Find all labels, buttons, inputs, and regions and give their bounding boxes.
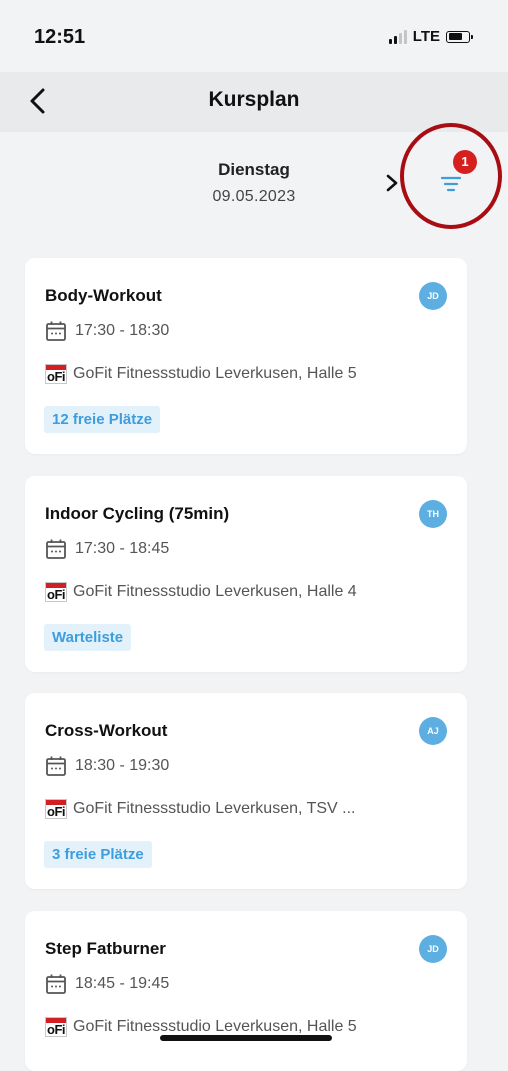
course-time: 17:30 - 18:45: [75, 540, 170, 557]
highlight-circle: [400, 123, 502, 229]
nav-bar: Kursplan: [0, 72, 508, 132]
course-location: GoFit Fitnessstudio Leverkusen, Halle 5: [73, 365, 357, 382]
calendar-icon: [46, 321, 66, 341]
status-indicators: LTE: [388, 28, 473, 45]
course-title: Step Fatburner: [45, 939, 166, 958]
gofit-logo: oFi: [45, 582, 67, 602]
gofit-logo: oFi: [45, 799, 67, 819]
trainer-avatar: AJ: [419, 717, 447, 745]
calendar-icon: [46, 974, 66, 994]
course-time-row: 18:30 - 19:30: [45, 755, 169, 777]
course-time: 18:45 - 19:45: [75, 975, 170, 992]
battery-icon: [446, 30, 473, 43]
status-time: 12:51: [34, 26, 86, 48]
course-location-row: oFi GoFit Fitnessstudio Leverkusen, Hall…: [45, 1017, 357, 1037]
gofit-logo: oFi: [45, 364, 67, 384]
course-card[interactable]: Cross-Workout AJ 18:30 - 19:30 oFi GoFit…: [25, 693, 467, 889]
course-title: Cross-Workout: [45, 721, 168, 740]
course-location: GoFit Fitnessstudio Leverkusen, Halle 4: [73, 583, 357, 600]
course-card[interactable]: Step Fatburner JD 18:45 - 19:45 oFi GoFi…: [25, 911, 467, 1071]
availability-badge: 12 freie Plätze: [44, 406, 161, 433]
calendar-icon: [46, 756, 66, 776]
home-indicator[interactable]: [160, 1035, 332, 1041]
gofit-logo: oFi: [45, 1017, 67, 1037]
course-location: GoFit Fitnessstudio Leverkusen, TSV ...: [73, 800, 356, 817]
waitlist-badge: Warteliste: [44, 624, 132, 651]
trainer-avatar: JD: [419, 935, 447, 963]
course-location-row: oFi GoFit Fitnessstudio Leverkusen, Hall…: [45, 582, 357, 602]
signal-icon: [388, 29, 407, 44]
availability-badge: 3 freie Plätze: [44, 841, 152, 868]
page-title: Kursplan: [208, 88, 300, 111]
course-time: 17:30 - 18:30: [75, 322, 170, 339]
course-time-row: 18:45 - 19:45: [45, 973, 169, 995]
course-card[interactable]: Body-Workout JD 17:30 - 18:30 oFi GoFit …: [25, 258, 467, 454]
course-title: Body-Workout: [45, 286, 162, 305]
course-title: Indoor Cycling (75min): [45, 504, 230, 523]
status-bar: 12:51 LTE: [0, 0, 508, 72]
next-day-button[interactable]: [382, 172, 402, 194]
course-card[interactable]: Indoor Cycling (75min) TH 17:30 - 18:45 …: [25, 476, 467, 672]
course-location-row: oFi GoFit Fitnessstudio Leverkusen, Hall…: [45, 364, 357, 384]
course-location-row: oFi GoFit Fitnessstudio Leverkusen, TSV …: [45, 799, 356, 819]
course-time-row: 17:30 - 18:30: [45, 320, 169, 342]
trainer-avatar: JD: [419, 282, 447, 310]
course-time: 18:30 - 19:30: [75, 757, 170, 774]
trainer-avatar: TH: [419, 500, 447, 528]
course-time-row: 17:30 - 18:45: [45, 538, 169, 560]
calendar-icon: [46, 539, 66, 559]
course-location: GoFit Fitnessstudio Leverkusen, Halle 5: [73, 1018, 357, 1035]
network-label: LTE: [412, 28, 440, 45]
